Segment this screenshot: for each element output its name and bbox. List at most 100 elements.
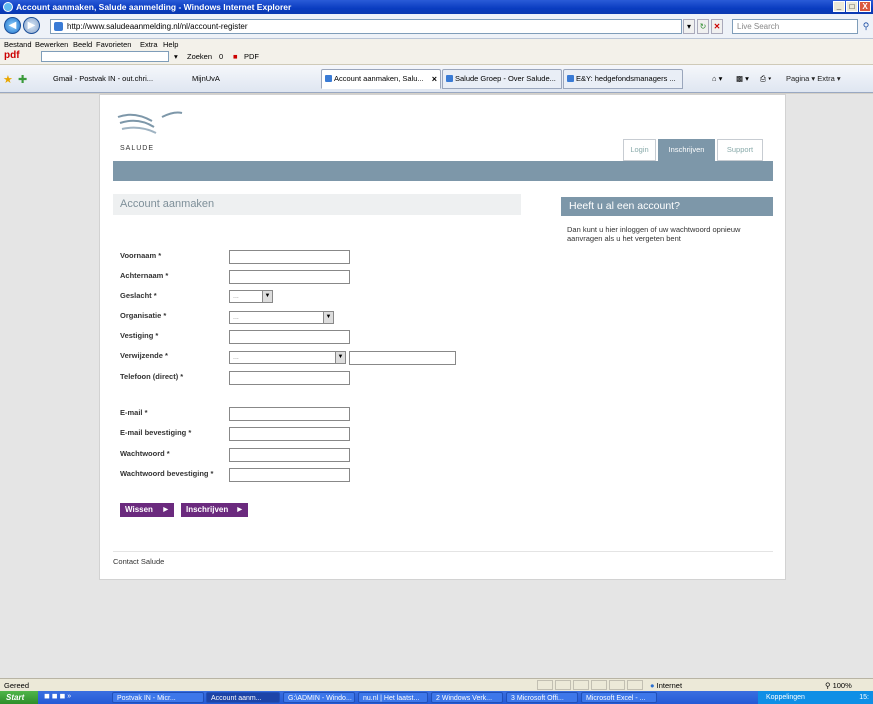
status-cell <box>627 680 643 690</box>
task-nunl[interactable]: nu.nl | Het laatst... <box>358 692 428 703</box>
tab-login[interactable]: Login <box>623 139 656 161</box>
label-wachtwoord: Wachtwoord * <box>120 449 170 458</box>
task-postvak[interactable]: Postvak IN - Micr... <box>112 692 204 703</box>
home-icon[interactable]: ⌂ ▾ <box>712 74 722 83</box>
task-account-aanmaken[interactable]: Account aanm... <box>206 692 280 703</box>
status-cell <box>555 680 571 690</box>
add-favorite-icon[interactable]: ✚ <box>18 73 27 86</box>
zoom-value: 100% <box>832 681 852 690</box>
verwijzende-extra-input[interactable] <box>349 351 456 365</box>
task-admin[interactable]: G:\ADMIN - Windo... <box>283 692 355 703</box>
sidebar-title: Heeft u al een account? <box>561 197 773 216</box>
refresh-icon[interactable]: ↻ <box>697 19 709 34</box>
verwijzende-select[interactable]: ... ▼ <box>229 351 346 364</box>
footer-divider <box>113 551 773 552</box>
label-wachtwoord-bevestiging: Wachtwoord bevestiging * <box>120 469 214 478</box>
back-button[interactable]: ◀ <box>4 17 21 34</box>
verwijzende-value: ... <box>233 354 239 361</box>
brand-name: SALUDE <box>120 145 155 152</box>
menu-favorites[interactable]: Favorieten <box>96 40 131 49</box>
wachtwoord-bevestiging-input[interactable] <box>229 468 350 482</box>
tab-page-icon <box>567 75 574 82</box>
label-telefoon: Telefoon (direct) * <box>120 372 184 381</box>
security-zone: ● Internet <box>650 681 682 690</box>
telefoon-input[interactable] <box>229 371 350 385</box>
chevron-down-icon: ▼ <box>323 312 333 323</box>
geslacht-select[interactable]: ... ▼ <box>229 290 273 303</box>
vestiging-input[interactable] <box>229 330 350 344</box>
print-icon[interactable]: ⎙ ▾ <box>760 74 771 84</box>
task-windows-verkenner[interactable]: 2 Windows Verk... <box>431 692 503 703</box>
geslacht-value: ... <box>233 293 239 300</box>
address-bar: ◀ ▶ http://www.saludeaanmelding.nl/nl/ac… <box>0 14 873 39</box>
favorites-star-icon[interactable]: ★ <box>3 73 13 86</box>
menu-file[interactable]: Bestand <box>4 40 32 49</box>
favorite-link-mijnuva[interactable]: MijnUvA <box>192 74 220 83</box>
pdf-toolbar: pdf ▾ Zoeken 0 ■ PDF <box>0 49 873 65</box>
wachtwoord-input[interactable] <box>229 448 350 462</box>
salude-logo <box>117 111 183 134</box>
arrow-right-icon: ▶ <box>237 507 242 513</box>
inschrijven-button[interactable]: Inschrijven ▶ <box>181 503 248 517</box>
page-container: SALUDE Login Inschrijven Support Account… <box>99 94 786 580</box>
tab-account-aanmaken[interactable]: Account aanmaken, Salu... × <box>321 69 441 89</box>
favorite-link-gmail[interactable]: Gmail - Postvak IN - out.chri... <box>53 74 153 83</box>
email-input[interactable] <box>229 407 350 421</box>
task-microsoft-office[interactable]: 3 Microsoft Offi... <box>506 692 578 703</box>
status-cell <box>609 680 625 690</box>
minimize-button[interactable]: _ <box>833 1 845 12</box>
stop-icon[interactable]: ✕ <box>711 19 723 34</box>
label-organisatie: Organisatie * <box>120 311 167 320</box>
dropdown-arrow-icon[interactable]: ▾ <box>683 19 695 34</box>
tab-inschrijven[interactable]: Inschrijven <box>658 139 715 161</box>
url-input[interactable]: http://www.saludeaanmelding.nl/nl/accoun… <box>50 19 682 34</box>
pdf-search-button[interactable]: Zoeken <box>187 51 212 62</box>
pdf-button[interactable]: PDF <box>244 51 259 62</box>
task-microsoft-excel[interactable]: Microsoft Excel - ... <box>581 692 657 703</box>
close-tab-icon[interactable]: × <box>432 70 437 88</box>
pdf-dropdown-icon[interactable]: ▾ <box>174 51 178 62</box>
start-button[interactable]: Start <box>0 691 38 704</box>
contact-salude-link[interactable]: Contact Salude <box>113 557 164 566</box>
search-input[interactable]: Live Search <box>732 19 858 34</box>
window-title: Account aanmaken, Salude aanmelding - Wi… <box>16 2 292 12</box>
label-vestiging: Vestiging * <box>120 331 159 340</box>
forward-button[interactable]: ▶ <box>23 17 40 34</box>
menu-tools[interactable]: Extra <box>140 40 158 49</box>
organisatie-select[interactable]: ... ▼ <box>229 311 334 324</box>
close-button[interactable]: X <box>859 1 871 12</box>
zoom-icon: ⚲ <box>825 681 831 690</box>
label-geslacht: Geslacht * <box>120 291 157 300</box>
maximize-button[interactable]: □ <box>846 1 858 12</box>
tab-support[interactable]: Support <box>717 139 763 161</box>
header-band <box>113 161 773 181</box>
email-bevestiging-input[interactable] <box>229 427 350 441</box>
system-tray: Koppelingen 15: <box>758 691 873 704</box>
search-icon[interactable]: ⚲ <box>860 19 872 34</box>
menu-edit[interactable]: Bewerken <box>35 40 68 49</box>
achternaam-input[interactable] <box>229 270 350 284</box>
tab-label: Salude Groep - Over Salude... <box>455 74 556 83</box>
feeds-icon[interactable]: ▩ ▾ <box>736 74 749 83</box>
url-text: http://www.saludeaanmelding.nl/nl/accoun… <box>67 22 248 31</box>
tab-salude-groep[interactable]: Salude Groep - Over Salude... <box>442 69 562 89</box>
tab-ey-hedgefondsmanagers[interactable]: E&Y: hedgefondsmanagers ... <box>563 69 683 89</box>
tray-clock: 15: <box>859 694 869 701</box>
zoom-level[interactable]: ⚲ 100% <box>825 681 852 690</box>
pdf-search-field[interactable] <box>41 51 169 62</box>
command-bar[interactable]: Pagina ▾ Extra ▾ <box>786 74 841 83</box>
globe-icon: ● <box>650 681 655 690</box>
quick-launch-icons[interactable]: ◼ ◼ ◼ » <box>44 692 71 700</box>
wissen-label: Wissen <box>125 505 153 514</box>
arrow-right-icon: ▶ <box>163 507 168 513</box>
windows-taskbar: Start ◼ ◼ ◼ » Postvak IN - Micr... Accou… <box>0 691 873 704</box>
sidebar-text[interactable]: Dan kunt u hier inloggen of uw wachtwoor… <box>567 225 767 243</box>
tab-label: Account aanmaken, Salu... <box>334 74 424 83</box>
wissen-button[interactable]: Wissen ▶ <box>120 503 174 517</box>
zone-label: Internet <box>656 681 683 690</box>
voornaam-input[interactable] <box>229 250 350 264</box>
status-text: Gereed <box>4 681 30 690</box>
menu-help[interactable]: Help <box>163 40 178 49</box>
menu-view[interactable]: Beeld <box>73 40 92 49</box>
tray-links[interactable]: Koppelingen <box>766 694 805 701</box>
